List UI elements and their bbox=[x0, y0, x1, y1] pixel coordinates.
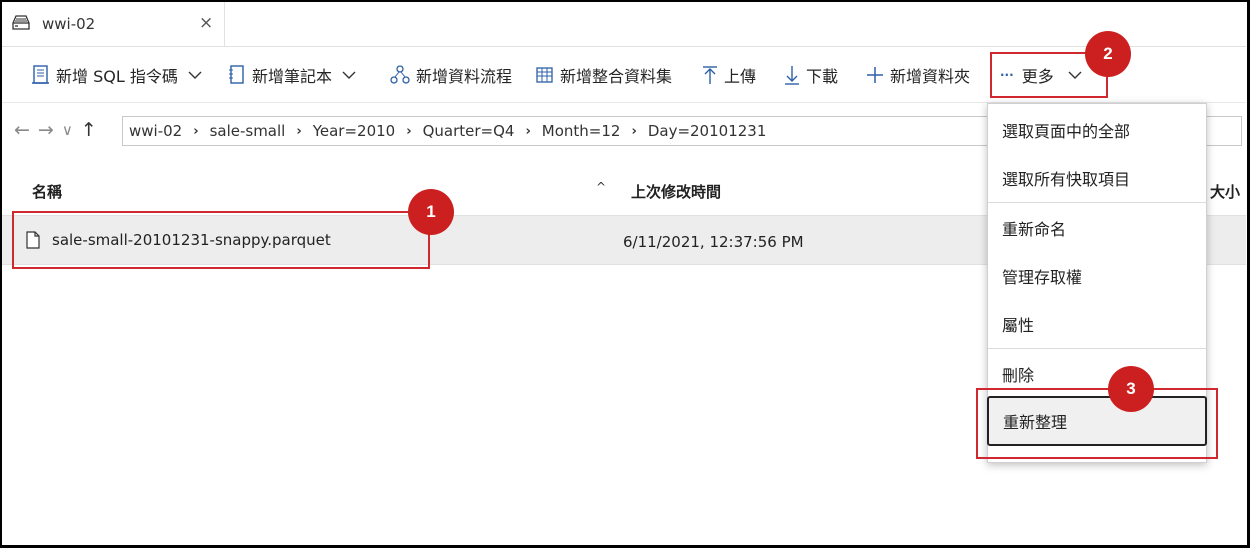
download-icon bbox=[785, 66, 799, 85]
notebook-icon bbox=[229, 65, 244, 84]
up-arrow-icon[interactable]: ↑ bbox=[81, 119, 97, 141]
menu-item-label: 刪除 bbox=[1002, 366, 1035, 385]
upload-icon bbox=[703, 66, 717, 84]
storage-icon bbox=[12, 15, 30, 31]
file-icon bbox=[26, 231, 40, 253]
menu-item-manage-access[interactable]: 管理存取權 bbox=[988, 252, 1208, 300]
dataset-icon bbox=[536, 67, 553, 83]
menu-item-label: 選取所有快取項目 bbox=[1002, 170, 1131, 189]
upload-label: 上傳 bbox=[724, 67, 757, 86]
upload-button[interactable]: 上傳 bbox=[702, 62, 756, 88]
menu-item-refresh[interactable]: 重新整理 bbox=[987, 396, 1207, 446]
column-header-size[interactable]: 大小 bbox=[1210, 181, 1240, 202]
dataflow-icon bbox=[390, 65, 410, 84]
menu-item-select-all-cached[interactable]: 選取所有快取項目 bbox=[988, 154, 1208, 202]
forward-arrow-icon[interactable]: → bbox=[38, 119, 54, 141]
breadcrumb-item[interactable]: Quarter=Q4 bbox=[423, 122, 515, 140]
new-dataflow-button[interactable]: 新增資料流程 bbox=[390, 62, 512, 88]
breadcrumb-item[interactable]: wwi-02 bbox=[129, 122, 182, 140]
new-sql-script-button[interactable]: 新增 SQL 指令碼 bbox=[32, 62, 208, 88]
back-arrow-icon[interactable]: ← bbox=[14, 119, 30, 141]
tab-wwi-02[interactable]: wwi-02 × bbox=[2, 2, 225, 46]
menu-item-delete[interactable]: 刪除 bbox=[988, 350, 1208, 398]
plus-icon bbox=[867, 67, 883, 83]
sql-script-icon bbox=[32, 65, 49, 84]
menu-divider bbox=[988, 202, 1206, 203]
new-dataflow-label: 新增資料流程 bbox=[416, 67, 513, 86]
close-icon[interactable]: × bbox=[199, 13, 213, 33]
menu-item-label: 重新整理 bbox=[1003, 413, 1068, 432]
breadcrumb-item[interactable]: Day=20101231 bbox=[648, 122, 767, 140]
more-button[interactable]: ··· 更多 bbox=[1000, 62, 1088, 88]
menu-item-label: 重新命名 bbox=[1002, 220, 1067, 239]
chevron-right-icon: › bbox=[406, 123, 412, 139]
menu-item-label: 管理存取權 bbox=[1002, 268, 1083, 287]
chevron-down-icon bbox=[1068, 71, 1082, 79]
new-sql-script-label: 新增 SQL 指令碼 bbox=[56, 67, 178, 86]
menu-divider bbox=[988, 348, 1206, 349]
menu-item-select-all-page[interactable]: 選取頁面中的全部 bbox=[988, 106, 1208, 154]
breadcrumb-item[interactable]: Year=2010 bbox=[313, 122, 396, 140]
chevron-right-icon: › bbox=[525, 123, 531, 139]
tab-bar: wwi-02 × bbox=[2, 2, 1246, 47]
new-folder-button[interactable]: 新增資料夾 bbox=[866, 62, 970, 88]
new-integration-dataset-label: 新增整合資料集 bbox=[560, 67, 673, 86]
column-header-name[interactable]: 名稱 bbox=[32, 181, 62, 202]
toolbar: 新增 SQL 指令碼 新增筆記本 新增資料流程 新增整合資料集 上傳 下載 新增… bbox=[2, 52, 1246, 100]
file-modified-date: 6/11/2021, 12:37:56 PM bbox=[623, 233, 804, 251]
menu-item-rename[interactable]: 重新命名 bbox=[988, 204, 1208, 252]
step-badge-1: 1 bbox=[408, 189, 454, 235]
menu-item-label: 選取頁面中的全部 bbox=[1002, 122, 1131, 141]
new-notebook-button[interactable]: 新增筆記本 bbox=[228, 62, 362, 88]
sort-ascending-icon[interactable]: ^ bbox=[596, 180, 606, 194]
more-dots-icon: ··· bbox=[1000, 68, 1014, 82]
chevron-right-icon: › bbox=[193, 123, 199, 139]
download-label: 下載 bbox=[806, 67, 839, 86]
column-header-modified[interactable]: 上次修改時間 bbox=[631, 181, 721, 202]
chevron-down-icon bbox=[342, 71, 356, 79]
chevron-right-icon: › bbox=[296, 123, 302, 139]
new-folder-label: 新增資料夾 bbox=[890, 67, 971, 86]
new-integration-dataset-button[interactable]: 新增整合資料集 bbox=[536, 62, 672, 88]
breadcrumb-item[interactable]: Month=12 bbox=[542, 122, 621, 140]
chevron-down-icon bbox=[188, 71, 202, 79]
more-label: 更多 bbox=[1021, 67, 1054, 86]
step-badge-2: 2 bbox=[1085, 31, 1131, 77]
more-dropdown-menu: 選取頁面中的全部 選取所有快取項目 重新命名 管理存取權 屬性 刪除 重新整理 bbox=[987, 103, 1207, 463]
breadcrumb-item[interactable]: sale-small bbox=[210, 122, 286, 140]
step-badge-3: 3 bbox=[1108, 366, 1154, 412]
recent-chevron-icon[interactable]: ∨ bbox=[62, 121, 73, 139]
download-button[interactable]: 下載 bbox=[784, 62, 838, 88]
nav-controls: ← → ∨ ↑ bbox=[14, 119, 105, 141]
file-name[interactable]: sale-small-20101231-snappy.parquet bbox=[52, 231, 331, 249]
chevron-right-icon: › bbox=[631, 123, 637, 139]
new-notebook-label: 新增筆記本 bbox=[252, 67, 333, 86]
menu-item-label: 屬性 bbox=[1002, 316, 1035, 335]
tab-title: wwi-02 bbox=[42, 15, 96, 33]
menu-item-properties[interactable]: 屬性 bbox=[988, 300, 1208, 348]
